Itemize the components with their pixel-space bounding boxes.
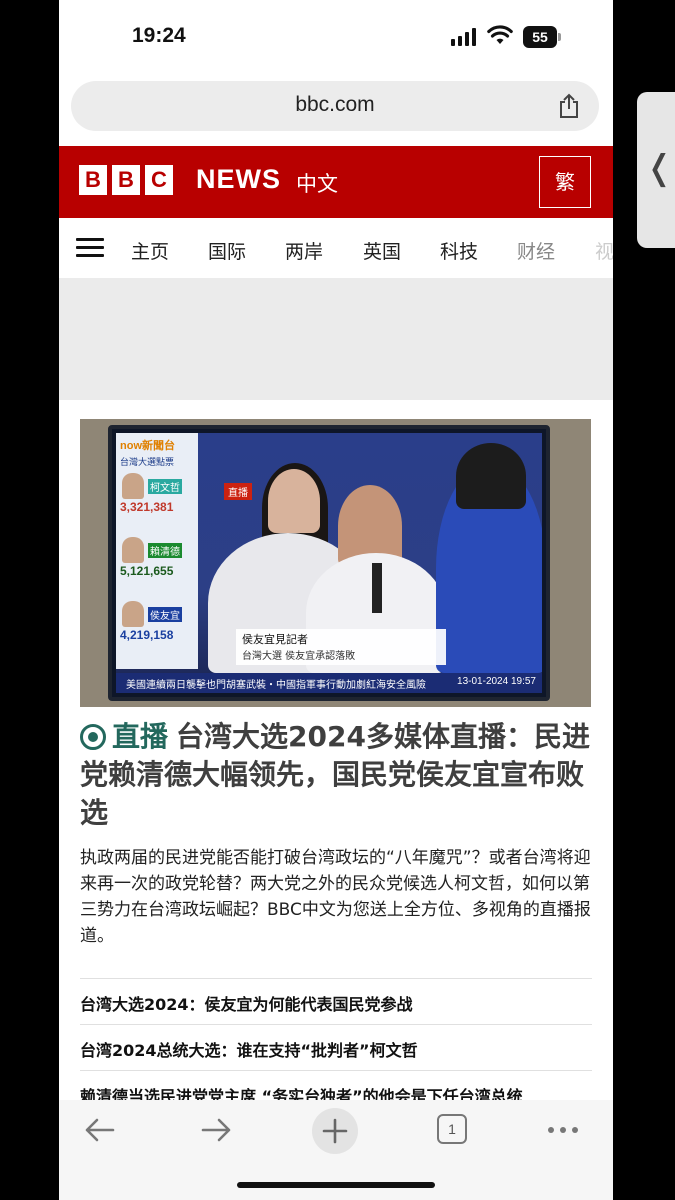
wifi-icon (487, 25, 513, 44)
candidate-votes: 3,321,381 (120, 500, 174, 514)
nav-item-world[interactable]: 国际 (208, 237, 246, 264)
tv-caption: 侯友宜見記者 台灣大選 侯友宜承認落敗 (236, 629, 446, 665)
phone-screen: 19:24 55 bbc.com B B C NEWS 中文 繁 主页 国际 两… (59, 0, 613, 1200)
tv-screen: now新聞台 台灣大選點票 柯文哲 3,321,381 賴清德 5,121,65… (116, 433, 542, 693)
nav-item-home[interactable]: 主页 (120, 237, 180, 282)
person-right-head (456, 443, 526, 509)
candidate-entry: 賴清德 5,121,655 (120, 537, 196, 589)
tab-switcher-button[interactable]: 1 (437, 1114, 467, 1144)
tv-ticker-date: 13-01-2024 (457, 676, 509, 687)
side-panel-handle[interactable]: ❬ (637, 92, 675, 248)
candidate-entry: 侯友宜 4,219,158 (120, 601, 196, 653)
microphone (372, 563, 382, 613)
back-arrow-icon[interactable] (79, 1112, 119, 1148)
candidate-photo (122, 601, 144, 627)
nav-item-cross-strait[interactable]: 两岸 (285, 237, 323, 264)
candidate-name: 賴清德 (148, 543, 182, 558)
url-text[interactable]: bbc.com (71, 93, 599, 117)
vote-count-panel: now新聞台 台灣大選點票 柯文哲 3,321,381 賴清德 5,121,65… (116, 433, 198, 669)
battery-icon: 55 (523, 26, 561, 48)
hero-image[interactable]: now新聞台 台灣大選點票 柯文哲 3,321,381 賴清德 5,121,65… (80, 419, 591, 707)
traditional-chinese-button[interactable]: 繁 (539, 156, 591, 208)
candidate-name: 侯友宜 (148, 607, 182, 622)
edition-label: 中文 (296, 172, 338, 196)
candidate-votes: 5,121,655 (120, 564, 174, 578)
nav-item-tech[interactable]: 科技 (440, 237, 478, 264)
nav-item-uk[interactable]: 英国 (363, 237, 401, 264)
share-icon[interactable] (557, 93, 581, 119)
channel-logo: now新聞台 (120, 440, 175, 452)
article-summary: 执政两届的民进党能否能打破台湾政坛的“八年魔咒”？或者台湾将迎来再一次的政党轮替… (80, 848, 591, 946)
cellular-signal-icon (451, 28, 476, 46)
bbc-header: B B C NEWS 中文 繁 (59, 146, 613, 218)
menu-icon[interactable] (76, 238, 104, 258)
live-label: 直播 (112, 720, 169, 753)
tv-ticker: 美國連續兩日襲擊也門胡塞武裝・中國指軍事行動加劇紅海安全風險 13-01-202… (116, 673, 542, 693)
candidate-photo (122, 473, 144, 499)
tv-ticker-clock: 19:57 (510, 676, 536, 687)
tv-live-tag: 直播 (224, 483, 252, 500)
news-wordmark: NEWS (196, 164, 281, 194)
bbc-logo-letter: B (112, 165, 140, 195)
article-headline[interactable]: 直播 台湾大选2024多媒体直播：民进党赖清德大幅领先，国民党侯友宜宣布败选 (80, 718, 592, 832)
panel-title: 台灣大選點票 (120, 458, 175, 468)
status-time: 19:24 (132, 24, 186, 47)
more-options-icon[interactable] (543, 1112, 583, 1148)
related-links: 台湾大选2024：侯友宜为何能代表国民党参战 台湾2024总统大选：谁在支持“批… (80, 978, 592, 1116)
related-link[interactable]: 台湾大选2024：侯友宜为何能代表国民党参战 (80, 978, 592, 1024)
plus-icon (322, 1118, 348, 1144)
ad-placeholder (59, 278, 613, 400)
status-bar: 19:24 55 (59, 0, 613, 72)
tv-caption-subtitle: 台灣大選 侯友宜承認落敗 (242, 651, 356, 662)
chevron-left-icon: ❬ (645, 148, 674, 188)
new-tab-button[interactable] (312, 1108, 358, 1154)
candidate-photo (122, 537, 144, 563)
tv-ticker-time: 13-01-2024 19:57 (457, 676, 536, 687)
nav-item-video[interactable]: 视 (595, 237, 613, 264)
bbc-logo-letter: C (145, 165, 173, 195)
section-nav: 主页 国际 两岸 英国 科技 财经 视 (59, 218, 613, 282)
candidate-entry: 柯文哲 3,321,381 (120, 473, 196, 525)
live-icon (80, 724, 106, 750)
nav-item-finance[interactable]: 财经 (517, 237, 555, 264)
candidate-votes: 4,219,158 (120, 628, 174, 642)
home-indicator[interactable] (237, 1182, 435, 1188)
tv-frame: now新聞台 台灣大選點票 柯文哲 3,321,381 賴清德 5,121,65… (108, 425, 550, 701)
forward-arrow-icon[interactable] (197, 1112, 237, 1148)
tv-ticker-text: 美國連續兩日襲擊也門胡塞武裝・中國指軍事行動加劇紅海安全風險 (126, 680, 426, 691)
bbc-logo-letter: B (79, 165, 107, 195)
bbc-logo[interactable]: B B C (79, 165, 173, 195)
candidate-name: 柯文哲 (148, 479, 182, 494)
tv-caption-title: 侯友宜見記者 (242, 633, 308, 646)
person-face (268, 469, 320, 533)
address-bar[interactable]: bbc.com (71, 81, 599, 131)
related-link[interactable]: 台湾2024总统大选：谁在支持“批判者”柯文哲 (80, 1024, 592, 1070)
